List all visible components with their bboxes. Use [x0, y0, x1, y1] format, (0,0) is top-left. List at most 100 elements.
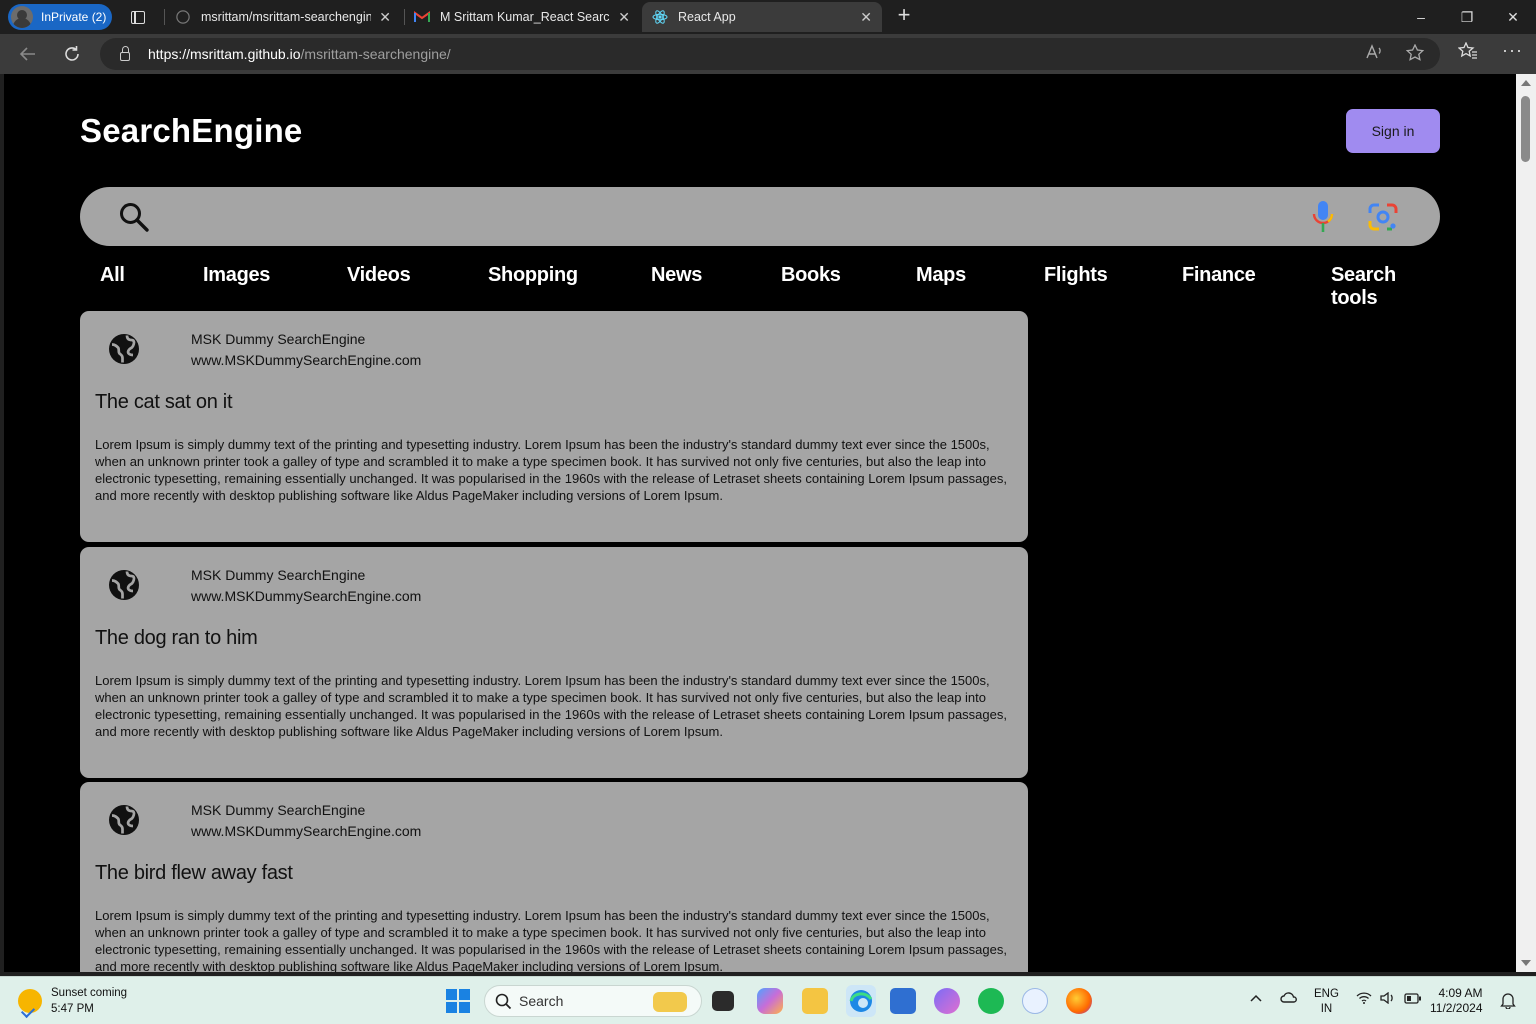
page-viewport: SearchEngine Sign in All Images Videos S… — [4, 74, 1516, 972]
app-a-icon[interactable] — [1022, 988, 1048, 1014]
volume-icon[interactable] — [1380, 991, 1396, 1007]
taskbar-search-box[interactable]: Search — [484, 985, 702, 1017]
wifi-icon[interactable] — [1356, 992, 1372, 1007]
battery-icon[interactable] — [1404, 993, 1422, 1007]
task-view-icon[interactable] — [712, 991, 734, 1011]
page-scrollbar[interactable] — [1516, 74, 1536, 972]
windows-logo-icon — [459, 989, 470, 1000]
refresh-button[interactable] — [59, 42, 85, 66]
profile-avatar-icon — [11, 6, 33, 28]
search-highlight-icon — [653, 992, 687, 1012]
favorite-star-icon[interactable] — [1405, 43, 1425, 65]
url-host: https://msrittam.github.io — [148, 46, 301, 62]
nav-videos[interactable]: Videos — [347, 264, 411, 287]
search-result-card[interactable]: MSK Dummy SearchEngine www.MSKDummySearc… — [80, 547, 1028, 778]
clock-date: 11/2/2024 — [1430, 1001, 1483, 1015]
result-url[interactable]: www.MSKDummySearchEngine.com — [191, 823, 421, 839]
windows-logo-icon — [446, 989, 457, 1000]
nav-search-tools[interactable]: Search tools — [1331, 264, 1440, 310]
microphone-icon[interactable] — [1312, 200, 1334, 239]
weather-time: 5:47 PM — [51, 1003, 94, 1015]
restore-button[interactable]: ❐ — [1444, 0, 1490, 34]
site-logo[interactable]: SearchEngine — [80, 112, 302, 150]
minimize-button[interactable]: – — [1398, 0, 1444, 34]
result-snippet: Lorem Ipsum is simply dummy text of the … — [95, 673, 1007, 739]
spotify-icon[interactable] — [978, 988, 1004, 1014]
result-url[interactable]: www.MSKDummySearchEngine.com — [191, 588, 421, 604]
clock-time: 4:09 AM — [1438, 986, 1483, 1000]
onedrive-cloud-icon[interactable] — [1280, 991, 1298, 1006]
close-window-button[interactable]: ✕ — [1490, 0, 1536, 34]
ellipsis-icon: ··· — [1502, 40, 1523, 60]
tab-github[interactable]: msrittam/msrittam-searchengine ✕ — [165, 2, 401, 32]
inprivate-profile-button[interactable]: InPrivate (2) — [8, 4, 112, 30]
tab-title: msrittam/msrittam-searchengine — [201, 10, 372, 24]
scroll-up-arrow-icon[interactable] — [1521, 80, 1531, 86]
search-input[interactable] — [170, 199, 1270, 233]
url-field[interactable]: https://msrittam.github.io/msrittam-sear… — [100, 38, 1440, 70]
inprivate-label: InPrivate (2) — [41, 10, 107, 24]
nav-images[interactable]: Images — [203, 264, 270, 287]
nav-shopping[interactable]: Shopping — [488, 264, 578, 287]
read-aloud-icon[interactable] — [1366, 44, 1384, 65]
tab-close-button[interactable]: ✕ — [618, 9, 630, 26]
notification-bell-icon[interactable] — [1500, 991, 1516, 1012]
tab-gmail[interactable]: M Srittam Kumar_React Search En ✕ — [404, 2, 640, 32]
nav-books[interactable]: Books — [781, 264, 841, 287]
scroll-down-arrow-icon[interactable] — [1521, 960, 1531, 966]
tab-react-app[interactable]: React App ✕ — [642, 2, 882, 32]
search-result-card[interactable]: MSK Dummy SearchEngine www.MSKDummySearc… — [80, 782, 1028, 972]
show-hidden-icons-button[interactable] — [1250, 991, 1262, 1005]
result-title[interactable]: The dog ran to him — [95, 627, 258, 650]
globe-icon — [106, 802, 142, 843]
back-button[interactable] — [15, 42, 41, 66]
region-code: IN — [1320, 1003, 1333, 1015]
search-icon[interactable] — [118, 201, 150, 238]
microsoft-store-icon[interactable] — [890, 988, 916, 1014]
favorites-button[interactable] — [1457, 41, 1478, 65]
scrollbar-thumb[interactable] — [1521, 96, 1530, 162]
result-site-name: MSK Dummy SearchEngine — [191, 331, 366, 347]
nav-news[interactable]: News — [651, 264, 702, 287]
new-tab-button[interactable]: + — [893, 4, 915, 27]
nav-finance[interactable]: Finance — [1182, 264, 1256, 287]
weather-title: Sunset coming — [51, 987, 128, 999]
input-language-indicator[interactable]: ENG IN — [1314, 987, 1339, 1017]
globe-icon — [106, 567, 142, 608]
windows-start-button[interactable] — [446, 989, 470, 1013]
camera-lens-icon[interactable] — [1366, 201, 1400, 238]
tab-close-button[interactable]: ✕ — [379, 9, 391, 26]
windows-taskbar: Sunset coming 5:47 PM Search ENG IN 4:09 — [0, 976, 1536, 1024]
result-url[interactable]: www.MSKDummySearchEngine.com — [191, 352, 421, 368]
result-snippet: Lorem Ipsum is simply dummy text of the … — [95, 908, 1007, 972]
sign-in-button[interactable]: Sign in — [1346, 109, 1440, 153]
address-bar-row: https://msrittam.github.io/msrittam-sear… — [0, 34, 1536, 74]
windows-logo-icon — [446, 1002, 457, 1013]
more-options-button[interactable]: ··· — [1502, 40, 1523, 61]
taskbar-search-label: Search — [519, 993, 564, 1009]
system-clock[interactable]: 4:09 AM 11/2/2024 — [1430, 986, 1483, 1016]
nav-all[interactable]: All — [100, 264, 125, 287]
tab-actions-button[interactable] — [118, 0, 158, 34]
sunset-weather-icon — [18, 989, 42, 1013]
tab-title: React App — [678, 10, 736, 24]
edge-browser-icon[interactable] — [846, 985, 876, 1017]
result-snippet: Lorem Ipsum is simply dummy text of the … — [95, 437, 1007, 503]
github-icon — [175, 9, 191, 25]
lock-icon — [120, 45, 130, 61]
file-explorer-icon[interactable] — [802, 988, 828, 1014]
result-title[interactable]: The cat sat on it — [95, 391, 233, 414]
url-path: /msrittam-searchengine/ — [300, 46, 451, 62]
result-title[interactable]: The bird flew away fast — [95, 862, 293, 885]
search-result-card[interactable]: MSK Dummy SearchEngine www.MSKDummySearc… — [80, 311, 1028, 542]
nav-flights[interactable]: Flights — [1044, 264, 1108, 287]
firefox-icon[interactable] — [1066, 988, 1092, 1014]
weather-widget[interactable]: Sunset coming 5:47 PM — [18, 985, 127, 1017]
m365-icon[interactable] — [934, 988, 960, 1014]
result-site-name: MSK Dummy SearchEngine — [191, 567, 366, 583]
react-icon — [652, 9, 668, 25]
copilot-icon[interactable] — [757, 988, 783, 1014]
tab-actions-icon — [131, 10, 145, 24]
nav-maps[interactable]: Maps — [916, 264, 966, 287]
tab-close-button[interactable]: ✕ — [860, 9, 872, 26]
